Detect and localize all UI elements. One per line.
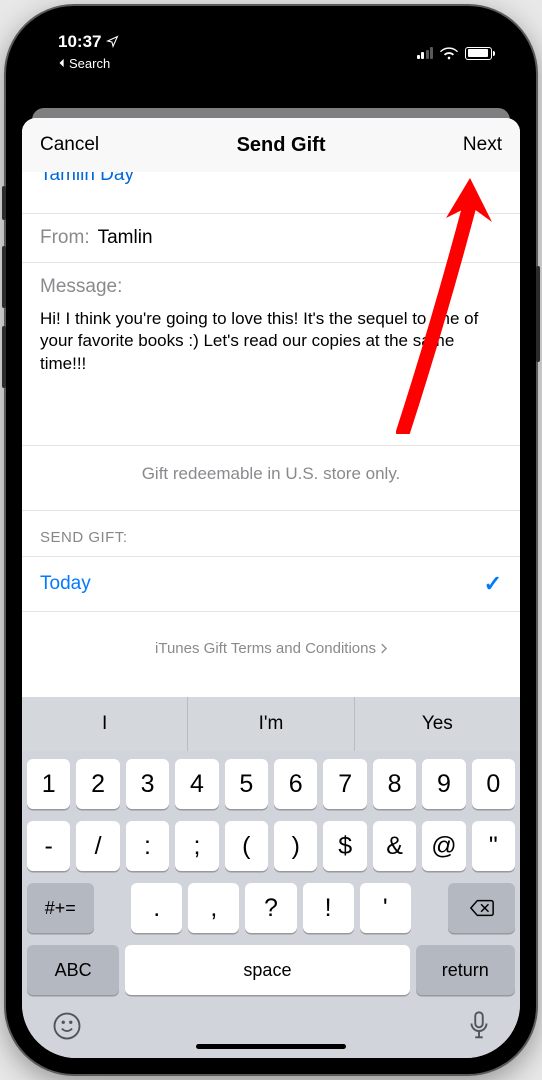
- to-value: Tamlin Day: [40, 172, 134, 186]
- redeem-note: Gift redeemable in U.S. store only.: [22, 446, 520, 511]
- battery-icon: [465, 47, 492, 60]
- volume-up: [2, 246, 6, 308]
- key-lparen[interactable]: (: [225, 821, 268, 871]
- notch: [161, 22, 381, 56]
- home-indicator[interactable]: [196, 1044, 346, 1049]
- suggestion-bar: I I'm Yes: [22, 697, 520, 751]
- cellular-icon: [417, 47, 434, 59]
- from-row[interactable]: From: Tamlin: [22, 214, 520, 263]
- key-at[interactable]: @: [422, 821, 465, 871]
- next-button[interactable]: Next: [463, 134, 502, 156]
- suggestion-2[interactable]: I'm: [188, 697, 354, 751]
- key-row-3: #+= . , ? ! ': [27, 883, 515, 933]
- key-row-1: 1 2 3 4 5 6 7 8 9 0: [27, 759, 515, 809]
- keyboard: I I'm Yes 1 2 3 4 5 6 7 8 9 0: [22, 697, 520, 1058]
- key-5[interactable]: 5: [225, 759, 268, 809]
- mute-switch: [2, 186, 6, 220]
- suggestion-3[interactable]: Yes: [355, 697, 520, 751]
- modal-sheet: Cancel Send Gift Next Tamlin Day From: T…: [22, 118, 520, 1058]
- key-rparen[interactable]: ): [274, 821, 317, 871]
- key-period[interactable]: .: [131, 883, 182, 933]
- key-7[interactable]: 7: [323, 759, 366, 809]
- key-dollar[interactable]: $: [323, 821, 366, 871]
- key-row-4: ABC space return: [27, 945, 515, 995]
- phone-frame: 10:37 Search Cance: [6, 6, 536, 1074]
- key-2[interactable]: 2: [76, 759, 119, 809]
- mic-icon[interactable]: [468, 1011, 490, 1046]
- key-apos[interactable]: ': [360, 883, 411, 933]
- from-label: From:: [40, 227, 90, 249]
- key-backspace[interactable]: [448, 883, 515, 933]
- key-0[interactable]: 0: [472, 759, 515, 809]
- send-gift-header: SEND GIFT:: [22, 511, 520, 556]
- key-abc[interactable]: ABC: [27, 945, 119, 995]
- screen: 10:37 Search Cance: [22, 22, 520, 1058]
- key-1[interactable]: 1: [27, 759, 70, 809]
- key-9[interactable]: 9: [422, 759, 465, 809]
- emoji-icon[interactable]: [52, 1011, 82, 1046]
- from-value: Tamlin: [98, 227, 153, 249]
- back-to-search[interactable]: Search: [58, 56, 110, 71]
- key-4[interactable]: 4: [175, 759, 218, 809]
- wifi-icon: [440, 47, 458, 60]
- key-space[interactable]: space: [125, 945, 409, 995]
- power-button: [536, 266, 540, 362]
- volume-down: [2, 326, 6, 388]
- key-dash[interactable]: -: [27, 821, 70, 871]
- cancel-button[interactable]: Cancel: [40, 134, 99, 156]
- keyboard-bottom: [22, 1001, 520, 1048]
- page-title: Send Gift: [237, 134, 326, 157]
- terms-link[interactable]: iTunes Gift Terms and Conditions: [22, 612, 520, 667]
- message-row[interactable]: Message: Hi! I think you're going to lov…: [22, 263, 520, 446]
- key-8[interactable]: 8: [373, 759, 416, 809]
- date-row[interactable]: Today ✓: [22, 556, 520, 612]
- key-semicolon[interactable]: ;: [175, 821, 218, 871]
- key-question[interactable]: ?: [245, 883, 296, 933]
- status-time: 10:37: [58, 32, 101, 52]
- message-text[interactable]: Hi! I think you're going to love this! I…: [40, 308, 502, 375]
- suggestion-1[interactable]: I: [22, 697, 188, 751]
- checkmark-icon: ✓: [484, 571, 502, 597]
- key-symbols[interactable]: #+=: [27, 883, 94, 933]
- key-return[interactable]: return: [416, 945, 515, 995]
- form-content: Tamlin Day From: Tamlin Message: Hi! I t…: [22, 172, 520, 697]
- message-label: Message:: [40, 276, 502, 298]
- key-amp[interactable]: &: [373, 821, 416, 871]
- location-icon: [106, 35, 119, 48]
- nav-bar: Cancel Send Gift Next: [22, 118, 520, 172]
- to-row[interactable]: Tamlin Day: [22, 172, 520, 214]
- key-colon[interactable]: :: [126, 821, 169, 871]
- date-option: Today: [40, 573, 91, 595]
- chevron-right-icon: [380, 643, 387, 654]
- key-slash[interactable]: /: [76, 821, 119, 871]
- key-exclaim[interactable]: !: [303, 883, 354, 933]
- back-label: Search: [69, 56, 110, 71]
- key-comma[interactable]: ,: [188, 883, 239, 933]
- backspace-icon: [469, 898, 495, 918]
- key-3[interactable]: 3: [126, 759, 169, 809]
- key-row-2: - / : ; ( ) $ & @ ": [27, 821, 515, 871]
- key-quote[interactable]: ": [472, 821, 515, 871]
- key-6[interactable]: 6: [274, 759, 317, 809]
- terms-label: iTunes Gift Terms and Conditions: [155, 640, 376, 657]
